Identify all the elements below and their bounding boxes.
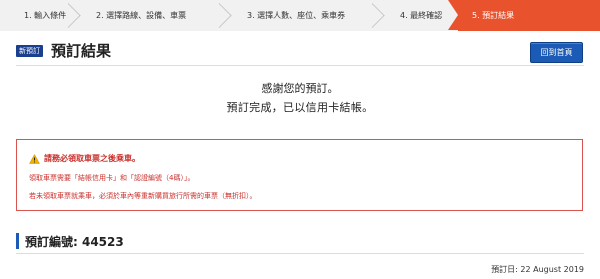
booking-date: 預訂日: 22 August 2019 — [491, 265, 584, 274]
booking-number: 預訂編號: 44523 — [25, 235, 124, 249]
step-input-conditions: 1. 輸入條件 — [0, 0, 82, 31]
step-label: 1. 輸入條件 — [24, 11, 67, 20]
ticket-notice-box: 請務必領取車票之後乘車。 領取車票需要「結帳信用卡」和「認證編號（4碼）」。 若… — [16, 139, 583, 211]
step-label: 2. 選擇路線、設備、車票 — [96, 11, 187, 20]
payment-complete-message: 預訂完成，已以信用卡結帳。 — [226, 101, 374, 114]
page-title: 預訂結果 — [51, 42, 112, 60]
section-accent-bar — [16, 233, 19, 249]
thanks-message: 感謝您的預訂。 — [261, 82, 339, 95]
step-booking-result: 5. 預訂結果 — [448, 0, 600, 31]
notice-title: 請務必領取車票之後乘車。 — [44, 154, 140, 163]
chevron-right-icon — [68, 0, 82, 31]
progress-steps: 1. 輸入條件 2. 選擇路線、設備、車票 3. 選擇人數、座位、乘車券 4. … — [0, 0, 600, 31]
warning-icon — [29, 153, 40, 164]
notice-text: 領取車票需要「結帳信用卡」和「認證編號（4碼）」。 — [29, 174, 195, 182]
chevron-right-icon — [372, 0, 386, 31]
step-label: 3. 選擇人數、座位、乘車券 — [247, 11, 346, 20]
chevron-right-icon — [219, 0, 233, 31]
notice-text: 若未領取車票就乘車，必須於車內等重新購買旅行所需的車票（無折扣）。 — [29, 192, 257, 200]
back-to-home-button[interactable]: 回到首頁 — [530, 42, 583, 63]
notice-header: 請務必領取車票之後乘車。 — [29, 153, 140, 164]
step-select-passengers: 3. 選擇人數、座位、乘車券 — [233, 0, 386, 31]
new-booking-badge: 新預訂 — [16, 45, 43, 57]
step-label: 5. 預訂結果 — [472, 11, 515, 20]
divider — [16, 65, 584, 66]
step-label: 4. 最終確認 — [400, 11, 443, 20]
divider — [16, 253, 584, 254]
step-select-route: 2. 選擇路線、設備、車票 — [82, 0, 233, 31]
